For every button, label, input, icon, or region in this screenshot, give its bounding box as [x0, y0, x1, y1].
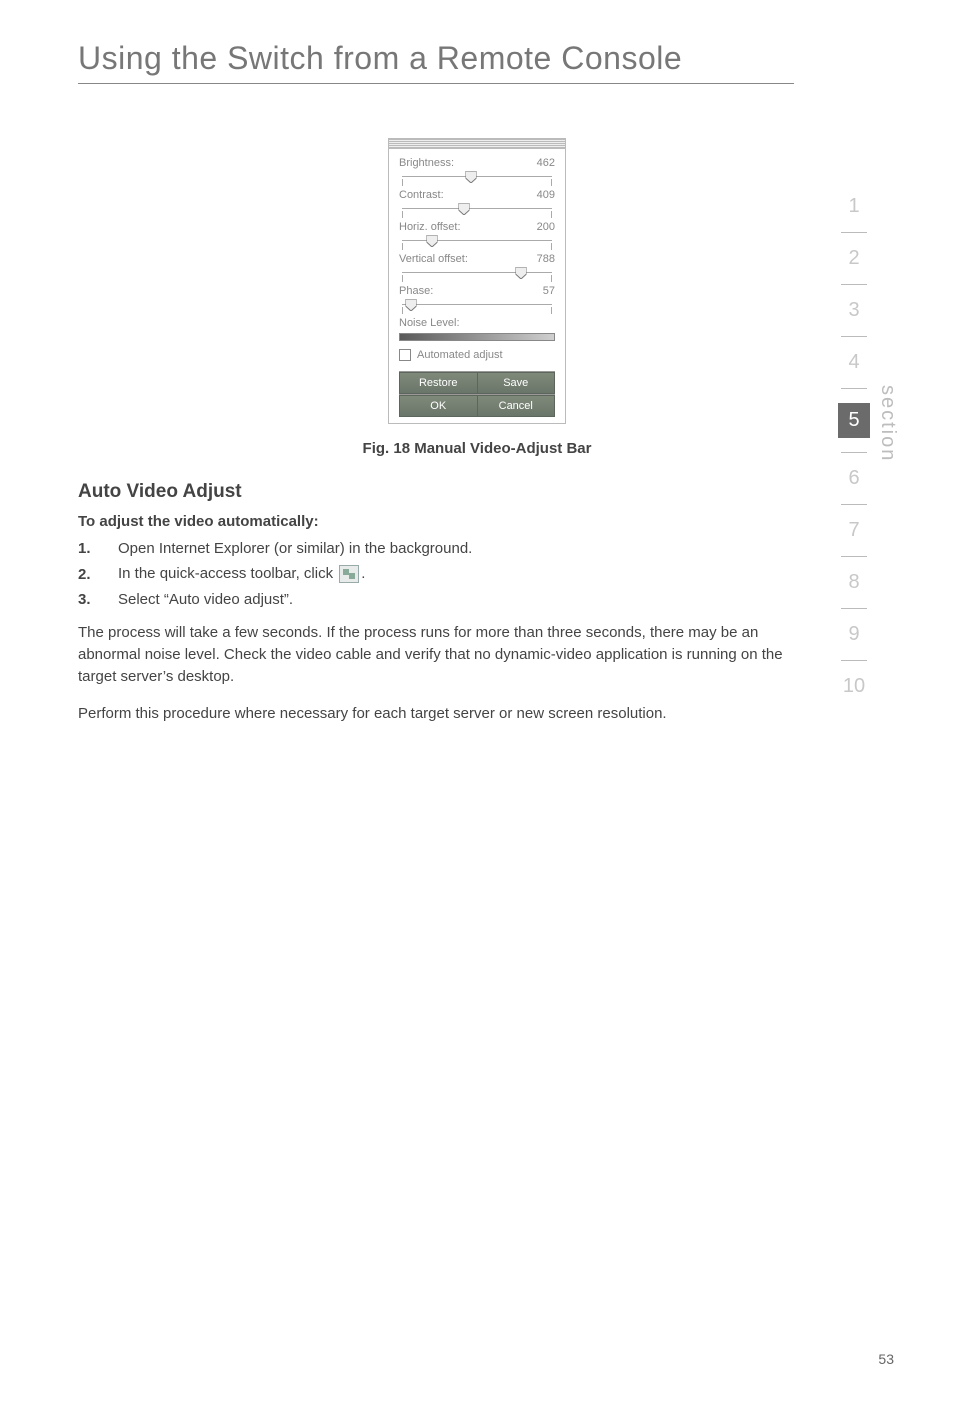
slider-track[interactable]	[402, 171, 552, 183]
automated-adjust-label: Automated adjust	[417, 349, 503, 361]
title-rule	[78, 83, 794, 84]
slider-label: Vertical offset:	[399, 253, 468, 265]
section-side-nav: 1 2 3 4 5 6 7 8 9 10 section	[838, 185, 900, 708]
slider-track[interactable]	[402, 299, 552, 311]
slider-label: Brightness:	[399, 157, 454, 169]
slider-value: 409	[537, 189, 555, 201]
page-title: Using the Switch from a Remote Console	[78, 40, 954, 77]
section-tab-divider	[841, 388, 867, 389]
slider-row: Horiz. offset: 200	[399, 221, 555, 247]
section-tab-10[interactable]: 10	[838, 665, 870, 708]
slider-value: 200	[537, 221, 555, 233]
steps-list: 1. Open Internet Explorer (or similar) i…	[78, 540, 794, 608]
section-tab-divider	[841, 608, 867, 609]
slider-thumb[interactable]	[406, 299, 417, 311]
body-paragraph: The process will take a few seconds. If …	[78, 622, 794, 687]
section-tab-divider	[841, 660, 867, 661]
page-number: 53	[878, 1351, 894, 1367]
slider-thumb[interactable]	[427, 235, 438, 247]
section-tab-9[interactable]: 9	[838, 613, 870, 656]
section-tab-divider	[841, 452, 867, 453]
automated-adjust-checkbox[interactable]	[399, 349, 411, 361]
slider-track[interactable]	[402, 235, 552, 247]
section-vertical-label: section	[876, 385, 899, 462]
panel-titlebar	[389, 139, 565, 149]
slider-row: Phase: 57	[399, 285, 555, 311]
restore-button[interactable]: Restore	[399, 372, 478, 394]
section-tab-8[interactable]: 8	[838, 561, 870, 604]
automated-adjust-row[interactable]: Automated adjust	[399, 349, 555, 361]
auto-video-heading: Auto Video Adjust	[78, 481, 954, 503]
step-number: 3.	[78, 591, 98, 608]
slider-track[interactable]	[402, 203, 552, 215]
cancel-button[interactable]: Cancel	[478, 395, 556, 417]
slider-thumb[interactable]	[515, 267, 526, 279]
section-number-column: 1 2 3 4 5 6 7 8 9 10	[838, 185, 870, 708]
section-tab-3[interactable]: 3	[838, 289, 870, 332]
list-item: 1. Open Internet Explorer (or similar) i…	[78, 540, 794, 557]
figure-caption: Fig. 18 Manual Video-Adjust Bar	[0, 440, 954, 457]
section-tab-divider	[841, 284, 867, 285]
slider-value: 462	[537, 157, 555, 169]
step-number: 2.	[78, 566, 98, 583]
slider-label: Horiz. offset:	[399, 221, 461, 233]
section-tab-1[interactable]: 1	[838, 185, 870, 228]
slider-row: Contrast: 409	[399, 189, 555, 215]
section-tab-divider	[841, 336, 867, 337]
noise-level-label: Noise Level:	[399, 317, 555, 329]
list-item: 3. Select “Auto video adjust”.	[78, 591, 794, 608]
video-adjust-panel: Brightness: 462 Contrast: 409 Horiz. offset:…	[388, 138, 566, 424]
step-text-post: .	[361, 565, 365, 582]
step-text-pre: In the quick-access toolbar, click	[118, 565, 337, 582]
panel-body: Brightness: 462 Contrast: 409 Horiz. offset:…	[389, 149, 565, 423]
step-number: 1.	[78, 540, 98, 557]
step-text: Select “Auto video adjust”.	[118, 591, 293, 608]
section-tab-4[interactable]: 4	[838, 341, 870, 384]
toolbar-icon	[339, 565, 359, 583]
list-item: 2. In the quick-access toolbar, click .	[78, 565, 794, 583]
slider-value: 788	[537, 253, 555, 265]
section-tab-2[interactable]: 2	[838, 237, 870, 280]
slider-track[interactable]	[402, 267, 552, 279]
slider-row: Brightness: 462	[399, 157, 555, 183]
section-tab-6[interactable]: 6	[838, 457, 870, 500]
save-button[interactable]: Save	[478, 372, 556, 394]
slider-thumb[interactable]	[466, 171, 477, 183]
noise-level-bar	[399, 333, 555, 341]
slider-label: Contrast:	[399, 189, 444, 201]
step-text: In the quick-access toolbar, click .	[118, 565, 365, 583]
section-tab-7[interactable]: 7	[838, 509, 870, 552]
section-tab-divider	[841, 556, 867, 557]
step-text: Open Internet Explorer (or similar) in t…	[118, 540, 472, 557]
slider-row: Vertical offset: 788	[399, 253, 555, 279]
panel-button-row-2: OK Cancel	[399, 394, 555, 417]
noise-level-block: Noise Level:	[399, 317, 555, 341]
slider-thumb[interactable]	[458, 203, 469, 215]
section-tab-divider	[841, 232, 867, 233]
panel-button-row-1: Restore Save	[399, 371, 555, 394]
body-paragraph: Perform this procedure where necessary f…	[78, 703, 794, 725]
slider-value: 57	[543, 285, 555, 297]
to-adjust-heading: To adjust the video automatically:	[78, 513, 954, 530]
section-tab-divider	[841, 504, 867, 505]
slider-label: Phase:	[399, 285, 433, 297]
section-tab-5[interactable]: 5	[838, 393, 870, 448]
ok-button[interactable]: OK	[399, 395, 478, 417]
